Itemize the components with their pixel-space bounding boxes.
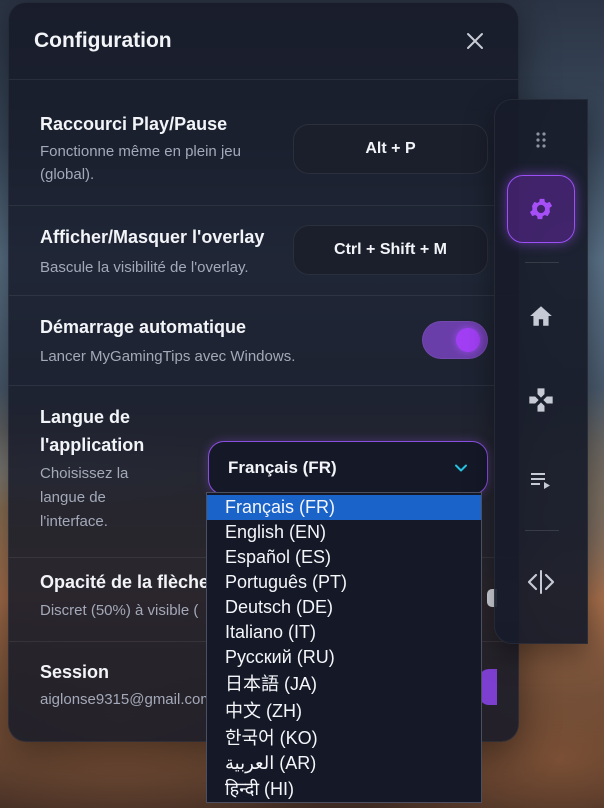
language-option-ko[interactable]: 한국어 (KO) (207, 726, 481, 751)
setting-description: Choisissez la (40, 465, 129, 482)
rail-divider (525, 530, 559, 531)
language-option-fr[interactable]: Français (FR) (207, 495, 481, 520)
play-pause-shortcut-button[interactable]: Alt + P (293, 124, 488, 174)
language-select[interactable]: Français (FR) (208, 441, 488, 495)
setting-description: Fonctionne même en plein jeu (40, 143, 241, 160)
rail-code-button[interactable] (521, 562, 561, 602)
setting-description: Lancer MyGamingTips avec Windows. (40, 348, 296, 365)
close-button[interactable] (461, 27, 489, 55)
language-option-zh[interactable]: 中文 (ZH) (207, 699, 481, 724)
page-title: Configuration (34, 29, 172, 52)
language-select-value: Français (FR) (228, 458, 337, 477)
language-dropdown-list: Français (FR) English (EN) Español (ES) … (206, 492, 482, 803)
gear-icon (529, 198, 553, 220)
side-rail (494, 99, 588, 644)
setting-description: Bascule la visibilité de l'overlay. (40, 259, 249, 276)
language-option-hi[interactable]: हिन्दी (HI) (207, 777, 481, 802)
language-option-en[interactable]: English (EN) (207, 520, 481, 545)
panel-header: Configuration (9, 3, 518, 80)
setting-title: Afficher/Masquer l'overlay (40, 227, 265, 247)
code-icon (527, 570, 555, 594)
setting-description: (global). (40, 166, 95, 183)
language-option-ru[interactable]: Русский (RU) (207, 645, 481, 670)
language-option-pt[interactable]: Português (PT) (207, 570, 481, 595)
rail-divider (525, 262, 559, 263)
rail-games-button[interactable] (521, 380, 561, 420)
rail-settings-button[interactable] (507, 175, 575, 243)
session-email: aiglonse9315@gmail.com (40, 691, 213, 708)
overlay-shortcut-button[interactable]: Ctrl + Shift + M (293, 225, 488, 275)
language-option-es[interactable]: Español (ES) (207, 545, 481, 570)
setting-title: Langue de (40, 407, 131, 427)
setting-row-play-pause: Raccourci Play/Pause Fonctionne même en … (9, 80, 518, 206)
chevron-down-icon (455, 464, 467, 472)
setting-title: Raccourci Play/Pause (40, 114, 228, 134)
setting-description: Discret (50%) à visible ( (40, 602, 199, 619)
close-icon (467, 33, 483, 49)
setting-description: langue de (40, 489, 106, 506)
language-option-ja[interactable]: 日本語 (JA) (207, 672, 481, 697)
home-icon (530, 306, 552, 326)
gamepad-icon (529, 388, 553, 412)
setting-row-overlay: Afficher/Masquer l'overlay Bascule la vi… (9, 205, 518, 296)
autostart-toggle[interactable] (422, 321, 488, 359)
drag-handle[interactable] (521, 120, 561, 160)
rail-home-button[interactable] (521, 296, 561, 336)
setting-title: Session (40, 662, 110, 682)
language-option-de[interactable]: Deutsch (DE) (207, 595, 481, 620)
language-option-it[interactable]: Italiano (IT) (207, 620, 481, 645)
setting-description: l'interface. (40, 513, 108, 530)
setting-title: Démarrage automatique (40, 317, 247, 337)
toggle-knob (456, 328, 480, 352)
setting-title: Opacité de la flèche (40, 572, 210, 592)
setting-title: l'application (40, 435, 145, 455)
drag-handle-icon (536, 132, 546, 148)
language-option-ar[interactable]: العربية (AR) (207, 751, 481, 776)
playlist-icon (531, 473, 550, 489)
rail-playlist-button[interactable] (521, 460, 561, 500)
